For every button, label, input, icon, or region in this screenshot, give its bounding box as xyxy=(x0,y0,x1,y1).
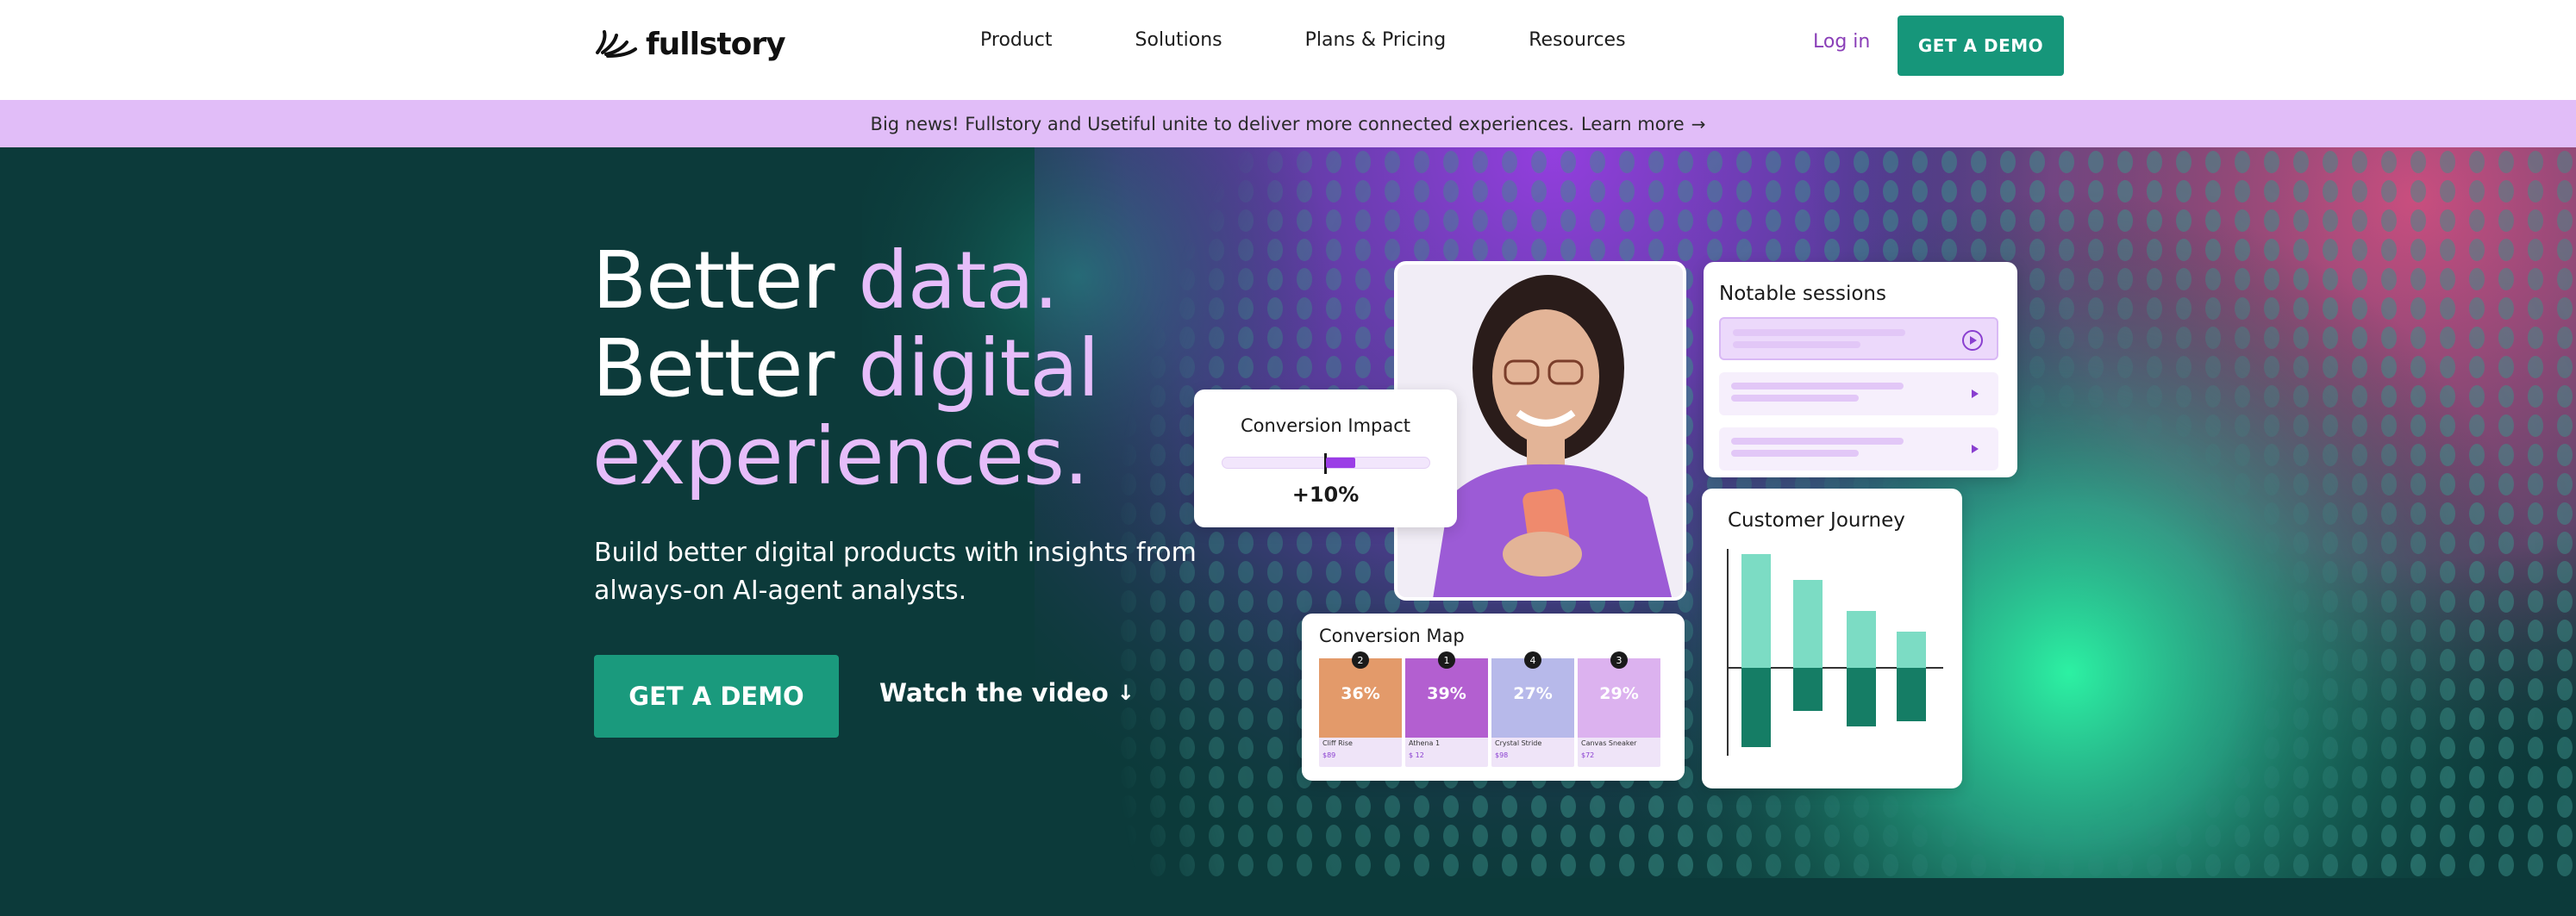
headline-line-2: Better digital xyxy=(592,322,1100,414)
conversion-map-rank-badge: 4 xyxy=(1524,651,1541,669)
notable-sessions-card: Notable sessions xyxy=(1704,262,2017,477)
journey-bar-up xyxy=(1793,580,1823,668)
session-row-1[interactable] xyxy=(1719,317,1998,360)
journey-bar-down xyxy=(1847,668,1876,726)
session-row-3[interactable] xyxy=(1719,427,1998,470)
headline-accent-text: data. xyxy=(858,234,1059,327)
journey-bar-up xyxy=(1897,632,1926,668)
session-row-placeholder-line xyxy=(1731,395,1859,402)
watch-video-link[interactable]: Watch the video ↓ xyxy=(879,678,1135,707)
conversion-map-tile[interactable]: 36% 2 Cliff Rise $89 xyxy=(1319,651,1402,767)
journey-bar-down xyxy=(1897,668,1926,721)
nav-solutions[interactable]: Solutions xyxy=(1135,29,1222,51)
session-row-placeholder-line xyxy=(1731,383,1904,389)
product-price: $98 xyxy=(1495,751,1509,759)
conversion-map-percent: 27% xyxy=(1513,684,1553,703)
hero-subhead: Build better digital products with insig… xyxy=(594,538,1197,606)
conversion-impact-bar xyxy=(1222,453,1430,474)
session-row-2[interactable] xyxy=(1719,372,1998,415)
conversion-map-tile[interactable]: 29% 3 Canvas Sneaker $72 xyxy=(1578,651,1660,767)
play-icon[interactable] xyxy=(1964,383,1985,404)
login-link[interactable]: Log in xyxy=(1813,31,1870,53)
journey-bar-down xyxy=(1793,668,1823,711)
conversion-impact-card: Conversion Impact +10% xyxy=(1194,389,1457,527)
journey-bar-down xyxy=(1741,668,1771,747)
watch-video-label: Watch the video xyxy=(879,678,1109,707)
session-row-placeholder-line xyxy=(1733,341,1860,348)
customer-journey-title: Customer Journey xyxy=(1728,509,1905,532)
hero-headline: Better data. Better digital experiences. xyxy=(592,237,1100,502)
conversion-map-percent: 36% xyxy=(1341,684,1380,703)
product-price: $89 xyxy=(1322,751,1336,759)
conversion-impact-title: Conversion Impact xyxy=(1240,415,1411,436)
conversion-map-percent: 29% xyxy=(1599,684,1639,703)
customer-journey-card: Customer Journey xyxy=(1702,489,1962,788)
arrow-right-icon: → xyxy=(1691,113,1706,134)
conversion-map-card: Conversion Map 36% 2 Cliff Rise $89 39% 1 Athe… xyxy=(1302,614,1685,781)
product-name: Cliff Rise xyxy=(1322,739,1353,747)
customer-journey-chart xyxy=(1727,549,1943,756)
hero-section: Conversion Impact +10% Notable sessions … xyxy=(0,147,2576,878)
nav-resources[interactable]: Resources xyxy=(1529,29,1625,51)
conversion-map-percent: 39% xyxy=(1427,684,1466,703)
conversion-map-title: Conversion Map xyxy=(1319,626,1465,646)
conversion-map-rank-badge: 3 xyxy=(1610,651,1628,669)
play-icon[interactable] xyxy=(1962,330,1983,351)
conversion-map-tile[interactable]: 27% 4 Crystal Stride $98 xyxy=(1491,651,1574,767)
headline-text: Better xyxy=(592,234,859,327)
product-price: $72 xyxy=(1581,751,1595,759)
arrow-down-icon: ↓ xyxy=(1116,681,1135,705)
conversion-map-rank-badge: 2 xyxy=(1352,651,1369,669)
session-row-placeholder-line xyxy=(1731,438,1904,445)
conversion-impact-fill xyxy=(1326,458,1355,468)
announcement-banner: Big news! Fullstory and Usetiful unite t… xyxy=(0,100,2576,147)
journey-bar-up xyxy=(1741,554,1771,668)
product-name: Athena 1 xyxy=(1409,739,1441,747)
fullstory-logo-icon xyxy=(596,30,637,58)
product-name: Crystal Stride xyxy=(1495,739,1542,747)
journey-bar-up xyxy=(1847,611,1876,668)
headline-line-1: Better data. xyxy=(592,237,1098,325)
hero-get-demo-button[interactable]: GET A DEMO xyxy=(594,655,839,738)
nav-get-demo-button[interactable]: GET A DEMO xyxy=(1898,16,2064,76)
headline-accent-text: digital xyxy=(858,322,1100,414)
nav-product[interactable]: Product xyxy=(980,29,1053,51)
banner-text: Big news! Fullstory and Usetiful unite t… xyxy=(870,113,1574,134)
banner-learn-more-link[interactable]: Learn more xyxy=(1581,114,1685,134)
headline-text: Better xyxy=(592,322,859,414)
play-icon[interactable] xyxy=(1964,439,1985,459)
nav-plans-pricing[interactable]: Plans & Pricing xyxy=(1305,29,1447,51)
session-row-placeholder-line xyxy=(1733,329,1905,336)
top-nav: fullstory Product Solutions Plans & Pric… xyxy=(0,0,2576,100)
conversion-map-tile[interactable]: 39% 1 Athena 1 $ 12 xyxy=(1405,651,1488,767)
hero-bottom-strip xyxy=(0,878,2576,916)
fullstory-logo[interactable]: fullstory xyxy=(594,26,786,62)
product-price: $ 12 xyxy=(1409,751,1424,759)
notable-sessions-title: Notable sessions xyxy=(1719,283,1886,305)
headline-line-3: experiences. xyxy=(592,410,1089,502)
main-menu: Product Solutions Plans & Pricing Resour… xyxy=(980,29,1709,51)
conversion-map-rank-badge: 1 xyxy=(1438,651,1455,669)
product-name: Canvas Sneaker xyxy=(1581,739,1637,747)
session-row-placeholder-line xyxy=(1731,450,1859,457)
brand-name: fullstory xyxy=(646,26,786,62)
conversion-impact-value: +10% xyxy=(1291,483,1360,507)
